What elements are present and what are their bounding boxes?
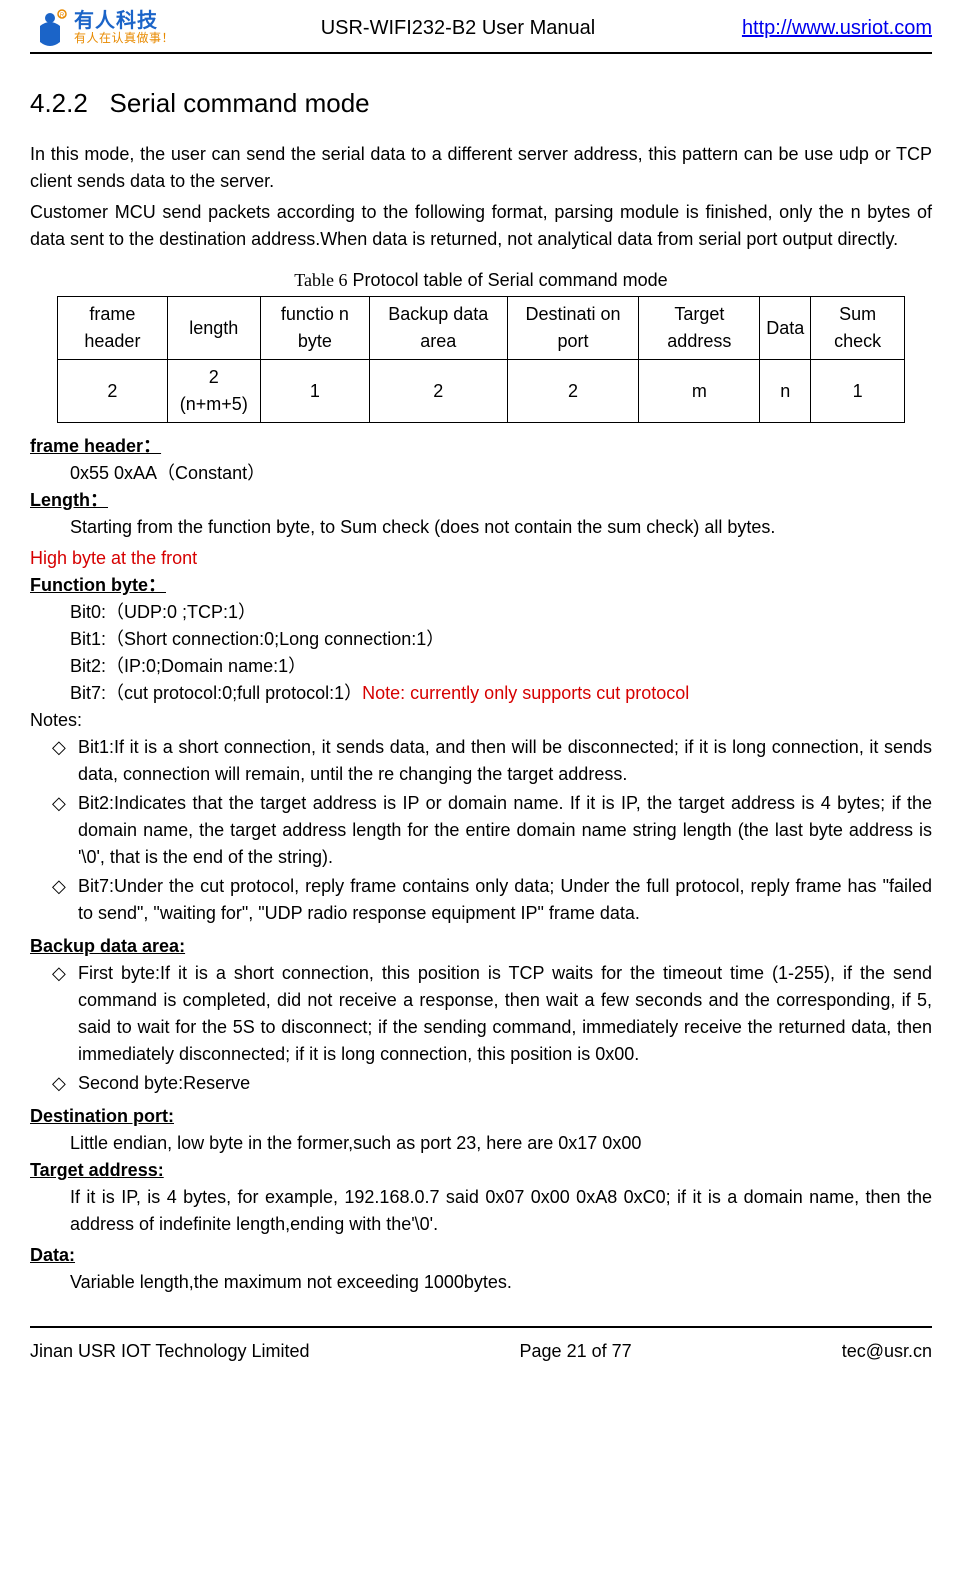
logo-text-top: 有人科技	[74, 10, 174, 32]
list-item: Bit2:Indicates that the target address i…	[52, 790, 932, 871]
list-item: Second byte:Reserve	[52, 1070, 932, 1097]
svg-text:R: R	[60, 13, 65, 19]
list-item: First byte:If it is a short connection, …	[52, 960, 932, 1068]
target-address-value: If it is IP, is 4 bytes, for example, 19…	[30, 1184, 932, 1238]
logo-icon: R	[30, 8, 70, 48]
th: functio n byte	[260, 297, 369, 360]
section-title: Serial command mode	[110, 88, 370, 118]
frame-header-value: 0x55 0xAA（Constant）	[30, 460, 932, 487]
th: Sum check	[811, 297, 905, 360]
td: m	[639, 360, 760, 423]
th: length	[167, 297, 260, 360]
table-header-row: frame header length functio n byte Backu…	[58, 297, 905, 360]
dest-port-label: Destination port:	[30, 1106, 174, 1126]
section-number: 4.2.2	[30, 88, 88, 118]
func-bit1: Bit1:（Short connection:0;Long connection…	[30, 626, 932, 653]
logo-text-bottom: 有人在认真做事！	[74, 32, 174, 45]
table-caption-rest: Protocol table of Serial command mode	[348, 270, 668, 290]
length-note-red: High byte at the front	[30, 548, 197, 568]
td: 2	[369, 360, 507, 423]
footer-left: Jinan USR IOT Technology Limited	[30, 1338, 309, 1365]
td: 1	[260, 360, 369, 423]
td: 1	[811, 360, 905, 423]
page-header: R 有人科技 有人在认真做事！ USR-WIFI232-B2 User Manu…	[30, 0, 932, 54]
backup-list: First byte:If it is a short connection, …	[30, 960, 932, 1097]
para-2: Customer MCU send packets according to t…	[30, 199, 932, 253]
td: n	[760, 360, 811, 423]
td: 2	[507, 360, 639, 423]
notes-label: Notes:	[30, 707, 932, 734]
data-label: Data:	[30, 1245, 75, 1265]
section-heading: 4.2.2 Serial command mode	[30, 84, 932, 123]
func-bit7-note: Note: currently only supports cut protoc…	[362, 683, 689, 703]
table-value-row: 2 2 (n+m+5) 1 2 2 m n 1	[58, 360, 905, 423]
frame-header-label: frame header：	[30, 436, 161, 456]
func-bit7-text: Bit7:（cut protocol:0;full protocol:1）	[70, 683, 362, 703]
th: Target address	[639, 297, 760, 360]
protocol-table: frame header length functio n byte Backu…	[57, 296, 905, 423]
length-text: Starting from the function byte, to Sum …	[70, 517, 775, 537]
para-1: In this mode, the user can send the seri…	[30, 141, 932, 195]
backup-label: Backup data area:	[30, 936, 185, 956]
list-item: Bit1:If it is a short connection, it sen…	[52, 734, 932, 788]
table-caption: Table 6 Protocol table of Serial command…	[30, 267, 932, 294]
th: frame header	[58, 297, 168, 360]
func-bit7: Bit7:（cut protocol:0;full protocol:1）Not…	[30, 680, 932, 707]
length-label: Length：	[30, 490, 108, 510]
table-caption-prefix: Table 6	[294, 270, 347, 290]
target-address-label: Target address:	[30, 1160, 164, 1180]
th: Backup data area	[369, 297, 507, 360]
dest-port-value: Little endian, low byte in the former,su…	[30, 1130, 932, 1157]
website-link[interactable]: http://www.usriot.com	[742, 13, 932, 43]
th: Data	[760, 297, 811, 360]
th: Destinati on port	[507, 297, 639, 360]
page-footer: Jinan USR IOT Technology Limited Page 21…	[30, 1326, 932, 1385]
footer-right: tec@usr.cn	[842, 1338, 932, 1365]
length-value: Starting from the function byte, to Sum …	[30, 514, 932, 541]
footer-center: Page 21 of 77	[309, 1338, 841, 1365]
logo-text: 有人科技 有人在认真做事！	[74, 10, 174, 45]
notes-list: Bit1:If it is a short connection, it sen…	[30, 734, 932, 927]
data-value: Variable length,the maximum not exceedin…	[30, 1269, 932, 1296]
td: 2	[58, 360, 168, 423]
td: 2 (n+m+5)	[167, 360, 260, 423]
function-byte-label: Function byte：	[30, 575, 166, 595]
list-item: Bit7:Under the cut protocol, reply frame…	[52, 873, 932, 927]
func-bit0: Bit0:（UDP:0 ;TCP:1）	[30, 599, 932, 626]
func-bit2: Bit2:（IP:0;Domain name:1）	[30, 653, 932, 680]
logo: R 有人科技 有人在认真做事！	[30, 8, 174, 48]
doc-title: USR-WIFI232-B2 User Manual	[174, 13, 742, 43]
